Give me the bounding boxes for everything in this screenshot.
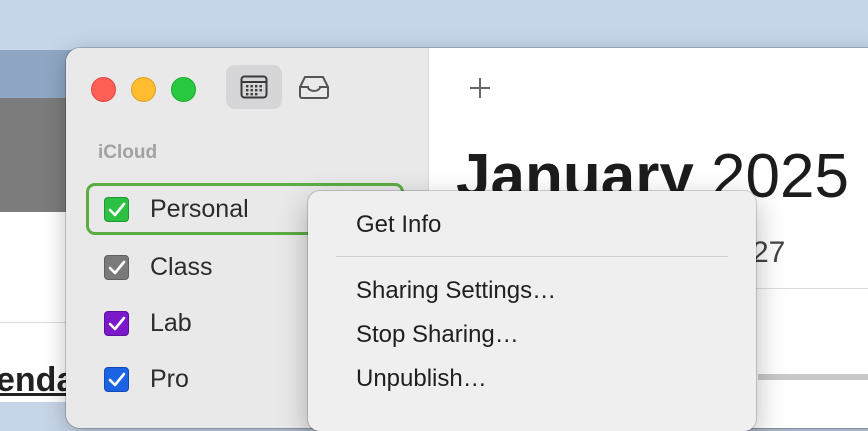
icloud-section-label: iCloud bbox=[98, 142, 158, 163]
menu-item-unpublish[interactable]: Unpublish… bbox=[356, 365, 487, 393]
calendar-list-toggle-button[interactable] bbox=[226, 65, 282, 109]
add-event-button[interactable] bbox=[468, 72, 492, 106]
calendar-item-label: Class bbox=[150, 253, 213, 281]
minimize-button[interactable] bbox=[131, 77, 156, 102]
calendar-checkbox[interactable] bbox=[104, 311, 129, 336]
calendar-item-label: Personal bbox=[150, 195, 249, 223]
day-number[interactable]: 27 bbox=[752, 236, 785, 270]
calendar-checkbox[interactable] bbox=[104, 197, 129, 222]
checkmark-icon bbox=[108, 372, 125, 386]
menu-item-get-info[interactable]: Get Info bbox=[356, 211, 441, 239]
close-button[interactable] bbox=[91, 77, 116, 102]
plus-icon bbox=[470, 78, 490, 98]
calendar-checkbox[interactable] bbox=[104, 255, 129, 280]
context-menu: Get Info Sharing Settings… Stop Sharing…… bbox=[308, 191, 756, 431]
calendar-item-label: Pro bbox=[150, 365, 189, 393]
menu-item-sharing-settings[interactable]: Sharing Settings… bbox=[356, 277, 556, 305]
calendar-item-label: Lab bbox=[150, 309, 192, 337]
calendar-checkbox[interactable] bbox=[104, 367, 129, 392]
menu-separator bbox=[336, 256, 728, 257]
scrollbar[interactable] bbox=[758, 374, 868, 380]
calendar-icon bbox=[240, 75, 268, 99]
checkmark-icon bbox=[108, 316, 125, 330]
checkmark-icon bbox=[108, 260, 125, 274]
background-window-text: enda bbox=[0, 361, 76, 399]
maximize-button[interactable] bbox=[171, 77, 196, 102]
desktop-background bbox=[0, 0, 868, 50]
inbox-button[interactable] bbox=[298, 75, 330, 104]
menu-item-stop-sharing[interactable]: Stop Sharing… bbox=[356, 321, 519, 349]
checkmark-icon bbox=[108, 202, 125, 216]
inbox-tray-icon bbox=[299, 76, 329, 99]
